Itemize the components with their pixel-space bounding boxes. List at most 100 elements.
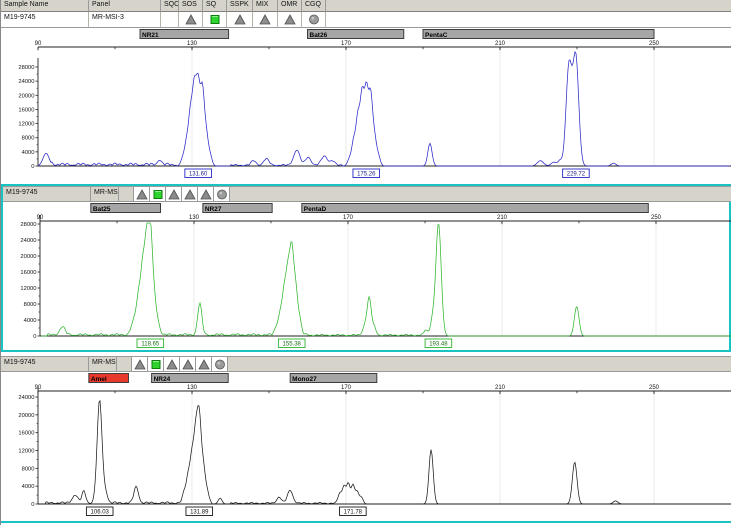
triangle-flag-icon bbox=[259, 13, 271, 26]
quality-flag-cell-omr bbox=[278, 12, 302, 28]
column-header-sos[interactable]: SOS bbox=[179, 0, 203, 12]
triangle-flag-icon bbox=[200, 188, 212, 201]
ruler-tick-label: 210 bbox=[495, 385, 506, 391]
spacer-cell bbox=[119, 187, 134, 201]
triangle-flag-icon bbox=[184, 188, 196, 201]
ruler-tick-label: 90 bbox=[35, 41, 42, 47]
quality-flag-cell bbox=[198, 187, 214, 201]
samples-table-header-row: Sample NamePanelSQOSOSSQSSPKMIXOMRCGQ bbox=[1, 0, 731, 12]
ruler-tick-label: 250 bbox=[649, 41, 660, 47]
column-header-sqo[interactable]: SQO bbox=[161, 0, 179, 12]
column-header-mix[interactable]: MIX bbox=[253, 0, 278, 12]
panel-green-header-row[interactable]: M19-9745MR-MSI-3 bbox=[3, 186, 731, 202]
peak-size-label: 118.65 bbox=[141, 342, 160, 348]
electropherogram-svg[interactable]: AmelNR24Mono2790130170210250040008000120… bbox=[1, 372, 731, 518]
y-axis-tick-label: 28000 bbox=[18, 65, 34, 71]
ruler-tick-label: 250 bbox=[651, 215, 662, 221]
column-header-omr[interactable]: OMR bbox=[278, 0, 302, 12]
y-axis-tick-label: 4000 bbox=[22, 150, 35, 156]
quality-flag-cell bbox=[134, 187, 150, 201]
triangle-flag-icon bbox=[234, 13, 246, 26]
marker-label: Amel bbox=[91, 376, 107, 383]
peak-size-label: 131.89 bbox=[190, 510, 209, 516]
quality-flag-cell-sos bbox=[179, 12, 203, 28]
peak-size-label: 229.72 bbox=[567, 172, 586, 178]
ruler-tick-label: 210 bbox=[495, 41, 506, 47]
spacer-cell bbox=[117, 357, 132, 371]
y-axis-tick-label: 0 bbox=[33, 334, 36, 340]
ruler-tick-label: 170 bbox=[341, 385, 352, 391]
triangle-flag-icon bbox=[198, 358, 210, 371]
triangle-flag-icon bbox=[185, 13, 197, 26]
quality-flag-cell-sq bbox=[203, 12, 227, 28]
marker-bar-pentac[interactable] bbox=[423, 30, 654, 39]
quality-flag-cell bbox=[214, 187, 230, 201]
column-header-panel[interactable]: Panel bbox=[89, 0, 161, 12]
y-axis-tick-label: 12000 bbox=[18, 449, 34, 455]
ruler-tick-label: 170 bbox=[341, 41, 352, 47]
trace-line bbox=[41, 223, 731, 336]
samples-table-data-row[interactable]: M19-9745MR-MSI-3 bbox=[1, 12, 731, 28]
ruler-tick-label: 250 bbox=[649, 385, 660, 391]
column-header-sample-name[interactable]: Sample Name bbox=[1, 0, 89, 12]
plot-area-black[interactable]: AmelNR24Mono2790130170210250040008000120… bbox=[1, 372, 731, 518]
quality-flag-cell bbox=[150, 187, 166, 201]
quality-flag-cell-sqo bbox=[161, 12, 179, 28]
quality-flag-cell-sspk bbox=[227, 12, 253, 28]
panel-name-cell: MR-MSI-3 bbox=[91, 187, 119, 201]
green-square-flag-icon bbox=[150, 358, 162, 371]
marker-bar-pentad[interactable] bbox=[302, 204, 649, 213]
panel-black-header-row[interactable]: M19-9745MR-MSI-3 bbox=[1, 356, 731, 372]
ruler-tick-label: 130 bbox=[187, 41, 198, 47]
sphere-flag-icon bbox=[308, 13, 320, 26]
plot-area-blue[interactable]: NR21Bat26PentaC9013017021025004000800012… bbox=[1, 28, 731, 180]
sphere-flag-icon bbox=[214, 358, 226, 371]
electropherogram-panel-blue: NR21Bat26PentaC9013017021025004000800012… bbox=[1, 28, 731, 180]
quality-flag-cell-cgq bbox=[302, 12, 326, 28]
y-axis-tick-label: 12000 bbox=[20, 286, 36, 292]
quality-flag-cell bbox=[212, 357, 228, 371]
trace-line bbox=[39, 401, 730, 504]
peak-size-label: 155.38 bbox=[283, 342, 302, 348]
ruler-tick-label: 130 bbox=[189, 215, 200, 221]
y-axis-tick-label: 4000 bbox=[22, 484, 35, 490]
triangle-flag-icon bbox=[168, 188, 180, 201]
plot-area-green[interactable]: Bat25NR27PentaD9013017021025004000800012… bbox=[3, 202, 729, 350]
sample-name-cell[interactable]: M19-9745 bbox=[1, 12, 89, 28]
marker-label: Bat25 bbox=[93, 206, 111, 213]
y-axis-tick-label: 8000 bbox=[22, 136, 35, 142]
quality-flag-cell bbox=[166, 187, 182, 201]
y-axis-tick-label: 16000 bbox=[18, 431, 34, 437]
marker-label: Bat26 bbox=[310, 32, 328, 39]
quality-flag-cell bbox=[196, 357, 212, 371]
y-axis-tick-label: 16000 bbox=[20, 270, 36, 276]
peak-size-label: 106.03 bbox=[91, 510, 110, 516]
y-axis-tick-label: 0 bbox=[31, 164, 34, 170]
sample-name-cell: M19-9745 bbox=[1, 357, 89, 371]
column-header-sq[interactable]: SQ bbox=[203, 0, 227, 12]
panel-name-cell[interactable]: MR-MSI-3 bbox=[89, 12, 161, 28]
column-header-cgq[interactable]: CGQ bbox=[302, 0, 326, 12]
quality-flag-cell bbox=[148, 357, 164, 371]
panel-name-cell: MR-MSI-3 bbox=[89, 357, 117, 371]
electropherogram-svg[interactable]: Bat25NR27PentaD9013017021025004000800012… bbox=[3, 202, 731, 350]
marker-label: NR24 bbox=[154, 376, 171, 383]
panel-divider bbox=[1, 521, 731, 523]
marker-label: PentaC bbox=[425, 32, 448, 39]
sphere-flag-icon bbox=[216, 188, 228, 201]
electropherogram-panel-green-selected: M19-9745MR-MSI-3 Bat25NR27PentaD90130170… bbox=[1, 184, 731, 352]
triangle-flag-icon bbox=[134, 358, 146, 371]
ruler-tick-label: 210 bbox=[497, 215, 508, 221]
quality-flag-cell bbox=[180, 357, 196, 371]
marker-label: Mono27 bbox=[292, 376, 317, 383]
y-axis-tick-label: 20000 bbox=[18, 93, 34, 99]
triangle-flag-icon bbox=[166, 358, 178, 371]
peak-size-label: 131.60 bbox=[189, 172, 208, 178]
peak-size-label: 175.26 bbox=[357, 172, 376, 178]
electropherogram-svg[interactable]: NR21Bat26PentaC9013017021025004000800012… bbox=[1, 28, 731, 180]
trace-line bbox=[39, 52, 730, 166]
column-header-sspk[interactable]: SSPK bbox=[227, 0, 253, 12]
ruler-tick-label: 170 bbox=[343, 215, 354, 221]
samples-table: Sample NamePanelSQOSOSSQSSPKMIXOMRCGQ M1… bbox=[1, 0, 731, 28]
y-axis-tick-label: 20000 bbox=[18, 413, 34, 419]
